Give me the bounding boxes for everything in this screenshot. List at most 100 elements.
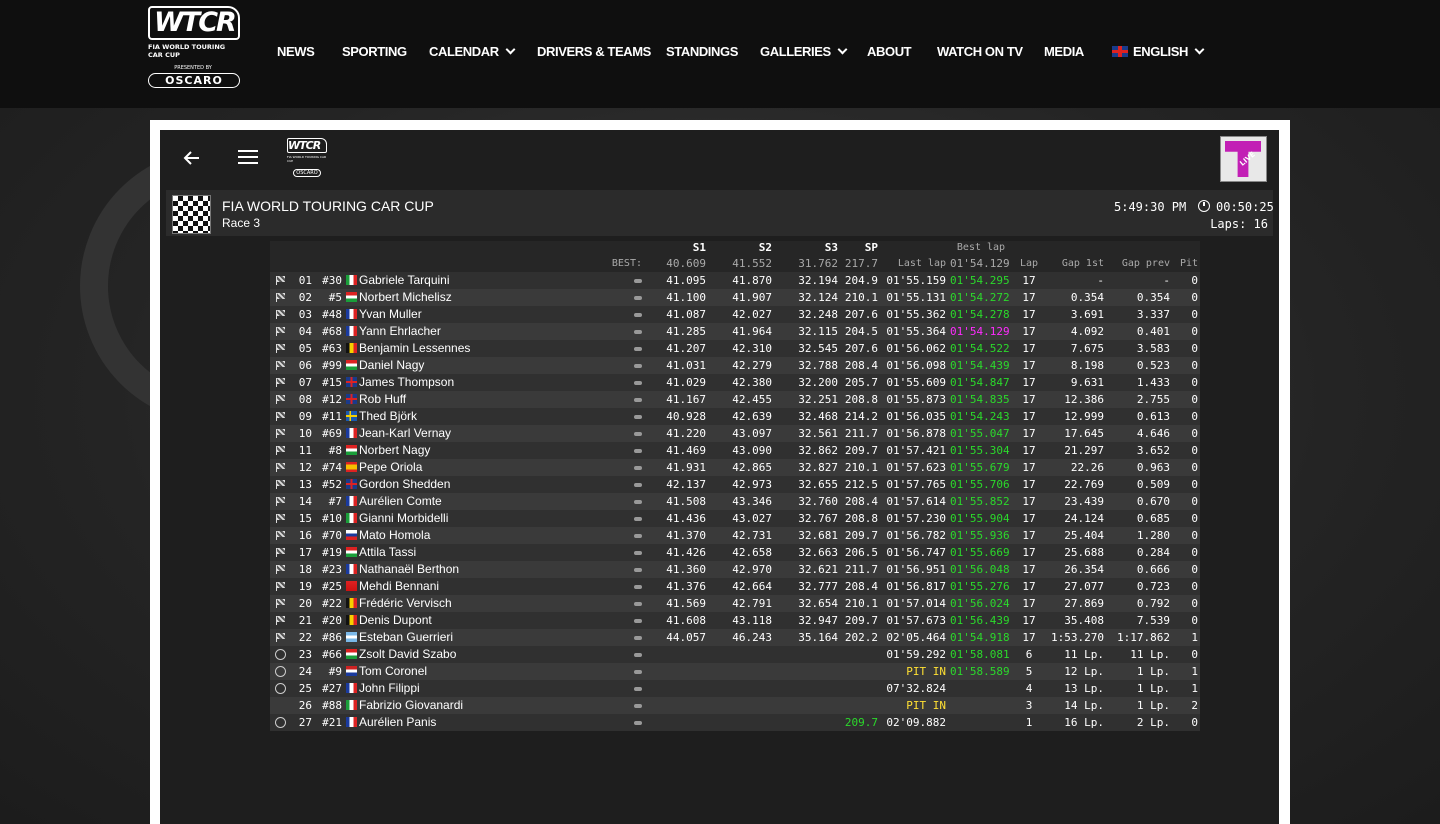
driver-cell[interactable]: Denis Dupont	[344, 612, 544, 629]
table-row[interactable]: 10 #69 Jean-Karl Vernay 41.220 43.097 32.561 2…	[270, 425, 1200, 442]
nav-calendar[interactable]: CALENDAR	[429, 44, 516, 59]
gap-to-leader: -	[1044, 272, 1106, 289]
driver-cell[interactable]: Tom Coronel	[344, 663, 544, 680]
nav-news[interactable]: NEWS	[277, 44, 315, 59]
driver-cell[interactable]: Frédéric Vervisch	[344, 595, 544, 612]
table-row[interactable]: 24 #9 Tom Coronel PIT IN 01'58.589 5 12 Lp. 1 L…	[270, 663, 1200, 680]
driver-name: Attila Tassi	[359, 545, 417, 559]
col-s1-header[interactable]: S1	[644, 241, 708, 255]
table-row[interactable]: 22 #86 Esteban Guerrieri 44.057 46.243 35.164…	[270, 629, 1200, 646]
table-row[interactable]: 17 #19 Attila Tassi 41.426 42.658 32.663 206.5…	[270, 544, 1200, 561]
nav-drivers-teams[interactable]: DRIVERS & TEAMS	[537, 44, 651, 59]
country-flag-icon	[346, 682, 357, 693]
status-cell	[270, 493, 290, 510]
wtcr-logo[interactable]: WTCR FIA WORLD TOURING CAR CUP PRESENTED…	[148, 6, 242, 102]
table-row[interactable]: 08 #12 Rob Huff 41.167 42.455 32.251 208.8 01'5…	[270, 391, 1200, 408]
car-brand-icon	[634, 466, 642, 470]
nav-media[interactable]: MEDIA	[1044, 44, 1084, 59]
driver-cell[interactable]: Esteban Guerrieri	[344, 629, 544, 646]
nav-about[interactable]: ABOUT	[867, 44, 912, 59]
col-lastlap-header[interactable]: Last lap	[880, 255, 948, 272]
sector-2-time: 42.639	[708, 408, 774, 425]
driver-cell[interactable]: John Filippi	[344, 680, 544, 697]
col-sp-header[interactable]: SP	[840, 241, 880, 255]
sector-3-time: 32.200	[774, 374, 840, 391]
table-row[interactable]: 04 #68 Yann Ehrlacher 41.285 41.964 32.115 204…	[270, 323, 1200, 340]
driver-cell[interactable]: Pepe Oriola	[344, 459, 544, 476]
car-brand-cell	[544, 578, 644, 595]
table-row[interactable]: 05 #63 Benjamin Lessennes 41.207 42.310 32.54…	[270, 340, 1200, 357]
nav-sporting[interactable]: SPORTING	[342, 44, 407, 59]
driver-cell[interactable]: Gianni Morbidelli	[344, 510, 544, 527]
col-s2-header[interactable]: S2	[708, 241, 774, 255]
col-s3-header[interactable]: S3	[774, 241, 840, 255]
table-row[interactable]: 26 #88 Fabrizio Giovanardi PIT IN 3 14 Lp. 1 L…	[270, 697, 1200, 714]
table-row[interactable]: 09 #11 Thed Björk 40.928 42.639 32.468 214.2 01…	[270, 408, 1200, 425]
driver-cell[interactable]: Mato Homola	[344, 527, 544, 544]
nav-standings[interactable]: STANDINGS	[666, 44, 738, 59]
driver-cell[interactable]: Aurélien Comte	[344, 493, 544, 510]
col-gapprev-header[interactable]: Gap prev	[1106, 255, 1172, 272]
ts-live-logo[interactable]: LIVE	[1220, 136, 1267, 182]
table-row[interactable]: 13 #52 Gordon Shedden 42.137 42.973 32.655 212…	[270, 476, 1200, 493]
nav-language[interactable]: ENGLISH	[1112, 44, 1205, 59]
table-row[interactable]: 02 #5 Norbert Michelisz 41.100 41.907 32.124 2…	[270, 289, 1200, 306]
table-row[interactable]: 21 #20 Denis Dupont 41.608 43.118 32.947 209.7…	[270, 612, 1200, 629]
table-row[interactable]: 25 #27 John Filippi 07'32.824 4 13 Lp. 1 Lp. 1	[270, 680, 1200, 697]
driver-name: Frédéric Vervisch	[359, 596, 452, 610]
table-row[interactable]: 12 #74 Pepe Oriola 41.931 42.865 32.827 210.1 0…	[270, 459, 1200, 476]
table-row[interactable]: 27 #21 Aurélien Panis 209.7 02'09.882 1 16 Lp.…	[270, 714, 1200, 731]
table-row[interactable]: 16 #70 Mato Homola 41.370 42.731 32.681 209.7 0…	[270, 527, 1200, 544]
table-row[interactable]: 11 #8 Norbert Nagy 41.469 43.090 32.862 209.7 0…	[270, 442, 1200, 459]
driver-cell[interactable]: Jean-Karl Vernay	[344, 425, 544, 442]
driver-cell[interactable]: Fabrizio Giovanardi	[344, 697, 544, 714]
table-row[interactable]: 18 #23 Nathanaël Berthon 41.360 42.970 32.621…	[270, 561, 1200, 578]
position: 06	[290, 357, 314, 374]
col-bestlap-header[interactable]: Best lap	[948, 241, 1014, 255]
car-number: #30	[314, 272, 344, 289]
driver-cell[interactable]: Zsolt David Szabo	[344, 646, 544, 663]
driver-cell[interactable]: Yvan Muller	[344, 306, 544, 323]
sector-1-time	[644, 680, 708, 697]
col-pit-header[interactable]: Pit	[1172, 255, 1200, 272]
col-gap1-header[interactable]: Gap 1st	[1044, 255, 1106, 272]
driver-cell[interactable]: Attila Tassi	[344, 544, 544, 561]
driver-cell[interactable]: Thed Björk	[344, 408, 544, 425]
nav-galleries[interactable]: GALLERIES	[760, 44, 848, 59]
last-lap-time: 01'57.230	[880, 510, 948, 527]
last-lap-time: 01'55.362	[880, 306, 948, 323]
logo-subtitle: FIA WORLD TOURING CAR CUP	[148, 43, 226, 59]
driver-cell[interactable]: Daniel Nagy	[344, 357, 544, 374]
table-row[interactable]: 23 #66 Zsolt David Szabo 01'59.292 01'58.081…	[270, 646, 1200, 663]
back-arrow-icon[interactable]	[182, 148, 202, 168]
gap-to-leader: 12.999	[1044, 408, 1106, 425]
driver-cell[interactable]: Aurélien Panis	[344, 714, 544, 731]
car-brand-cell	[544, 714, 644, 731]
table-row[interactable]: 03 #48 Yvan Muller 41.087 42.027 32.248 207.6 0…	[270, 306, 1200, 323]
table-row[interactable]: 19 #25 Mehdi Bennani 41.376 42.664 32.777 208.…	[270, 578, 1200, 595]
driver-cell[interactable]: Gordon Shedden	[344, 476, 544, 493]
last-lap-time: 01'57.421	[880, 442, 948, 459]
driver-cell[interactable]: Yann Ehrlacher	[344, 323, 544, 340]
driver-cell[interactable]: Gabriele Tarquini	[344, 272, 544, 289]
best-lap-time: 01'54.835	[948, 391, 1014, 408]
table-row[interactable]: 14 #7 Aurélien Comte 41.508 43.346 32.760 208.…	[270, 493, 1200, 510]
driver-cell[interactable]: Benjamin Lessennes	[344, 340, 544, 357]
driver-cell[interactable]: Rob Huff	[344, 391, 544, 408]
hamburger-menu-icon[interactable]	[238, 150, 258, 166]
lap-count: 17	[1014, 323, 1044, 340]
table-row[interactable]: 15 #10 Gianni Morbidelli 41.436 43.027 32.767…	[270, 510, 1200, 527]
gap-to-leader: 35.408	[1044, 612, 1106, 629]
driver-cell[interactable]: Norbert Nagy	[344, 442, 544, 459]
car-brand-icon	[634, 704, 642, 708]
table-row[interactable]: 06 #99 Daniel Nagy 41.031 42.279 32.788 208.4 0…	[270, 357, 1200, 374]
driver-cell[interactable]: Norbert Michelisz	[344, 289, 544, 306]
driver-cell[interactable]: James Thompson	[344, 374, 544, 391]
table-row[interactable]: 07 #15 James Thompson 41.029 42.380 32.200 205…	[270, 374, 1200, 391]
table-row[interactable]: 01 #30 Gabriele Tarquini 41.095 41.870 32.194…	[270, 272, 1200, 289]
driver-cell[interactable]: Nathanaël Berthon	[344, 561, 544, 578]
table-row[interactable]: 20 #22 Frédéric Vervisch 41.569 42.791 32.654…	[270, 595, 1200, 612]
driver-cell[interactable]: Mehdi Bennani	[344, 578, 544, 595]
col-lap-header[interactable]: Lap	[1014, 255, 1044, 272]
nav-watch-on-tv[interactable]: WATCH ON TV	[937, 44, 1023, 59]
